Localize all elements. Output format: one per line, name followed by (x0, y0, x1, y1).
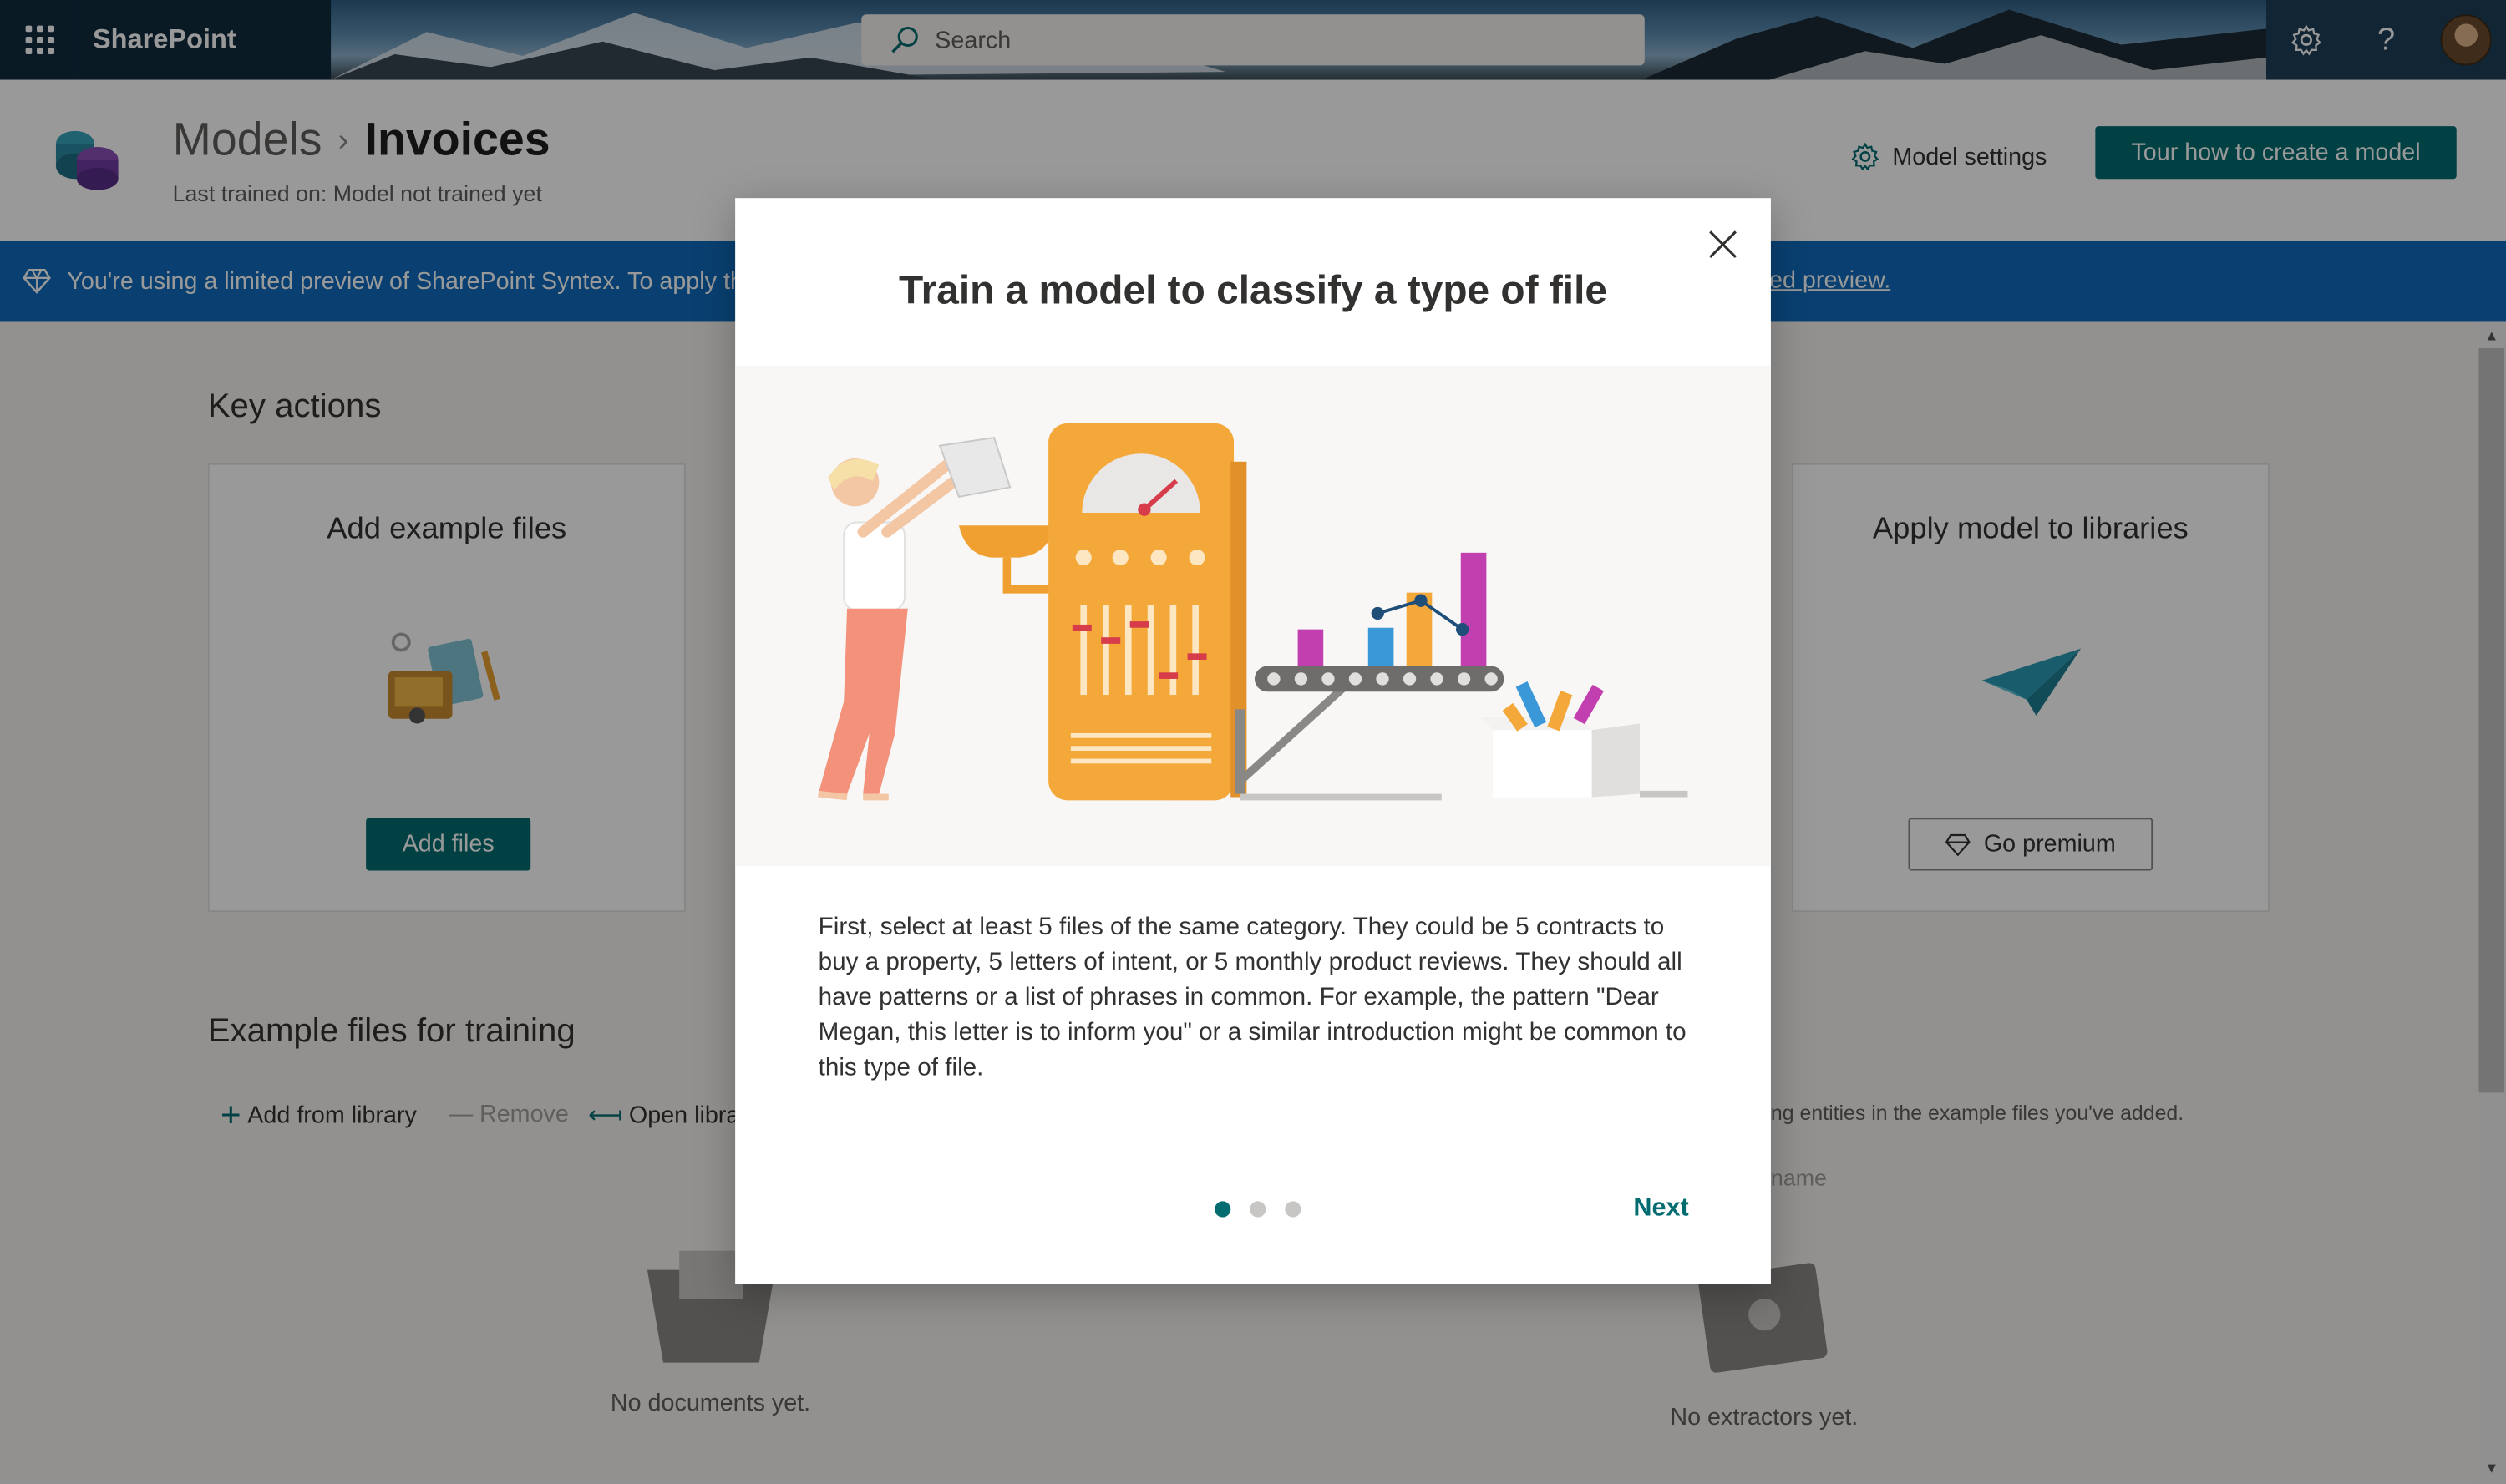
train-model-dialog: Train a model to classify a type of file (735, 198, 1771, 1284)
dialog-title: Train a model to classify a type of file (899, 268, 1608, 313)
close-button[interactable] (1702, 224, 1744, 266)
next-button[interactable]: Next (1633, 1195, 1688, 1223)
step-dot-2[interactable] (1250, 1201, 1266, 1218)
step-indicator (1215, 1201, 1301, 1218)
close-icon (1709, 230, 1737, 259)
dialog-body: First, select at least 5 files of the sa… (818, 914, 1687, 1081)
training-illustration (735, 366, 1771, 866)
step-dot-3[interactable] (1285, 1201, 1301, 1218)
step-dot-1[interactable] (1215, 1201, 1231, 1218)
